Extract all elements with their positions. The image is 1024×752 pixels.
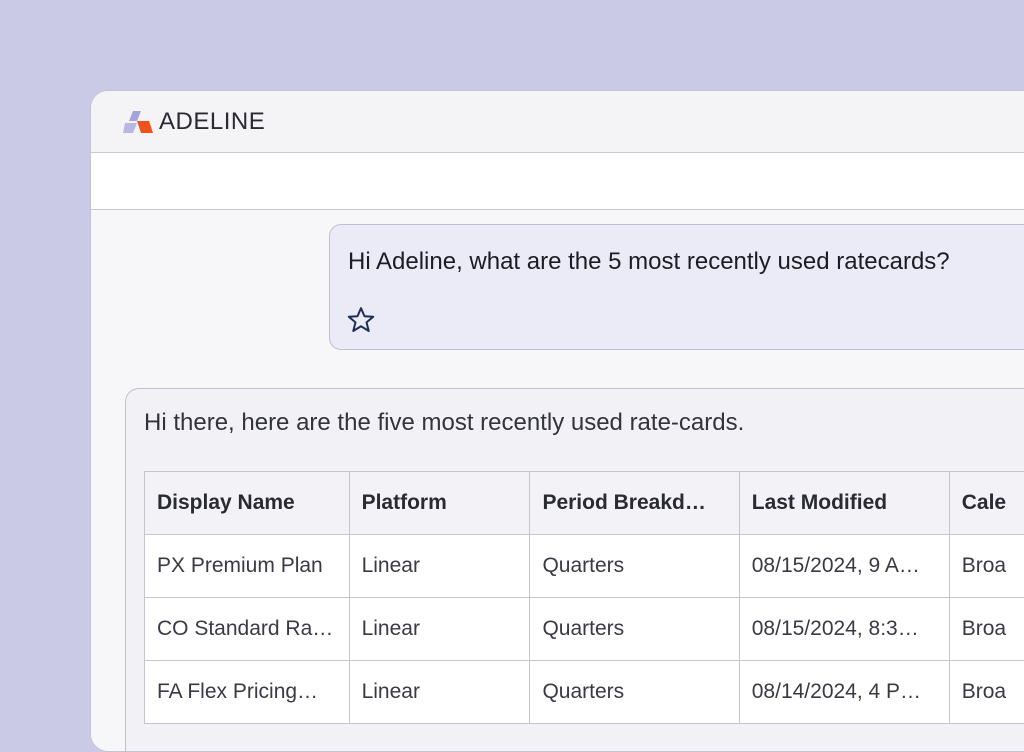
table-row[interactable]: CO Standard Ra… Linear Quarters 08/15/20… (145, 598, 1024, 661)
cell-display-name: FA Flex Pricing… (145, 661, 350, 724)
star-icon[interactable] (346, 305, 376, 335)
ratecards-table: Display Name Platform Period Breakd… Las… (144, 471, 1024, 724)
user-message-bubble: Hi Adeline, what are the 5 most recently… (329, 224, 1024, 350)
cell-last-modified: 08/15/2024, 8:3… (739, 598, 949, 661)
column-header-last-modified[interactable]: Last Modified (739, 472, 949, 535)
app-window: ADELINE Hi Adeline, what are the 5 most … (90, 90, 1024, 752)
cell-platform: Linear (349, 661, 530, 724)
assistant-message-bubble: Hi there, here are the five most recentl… (125, 388, 1024, 752)
table-header-row: Display Name Platform Period Breakd… Las… (145, 472, 1024, 535)
assistant-message-text: Hi there, here are the five most recentl… (144, 409, 744, 437)
cell-last-modified: 08/15/2024, 9 A… (739, 535, 949, 598)
cell-calendar: Broa (949, 661, 1024, 724)
cell-calendar: Broa (949, 535, 1024, 598)
cell-period-breakdown: Quarters (530, 535, 739, 598)
toolbar (91, 153, 1024, 210)
cell-calendar: Broa (949, 598, 1024, 661)
table-row[interactable]: FA Flex Pricing… Linear Quarters 08/14/2… (145, 661, 1024, 724)
column-header-period-breakdown[interactable]: Period Breakd… (530, 472, 739, 535)
table-row[interactable]: PX Premium Plan Linear Quarters 08/15/20… (145, 535, 1024, 598)
column-header-calendar[interactable]: Cale (949, 472, 1024, 535)
user-message-text: Hi Adeline, what are the 5 most recently… (348, 245, 1024, 279)
cell-platform: Linear (349, 535, 530, 598)
cell-last-modified: 08/14/2024, 4 P… (739, 661, 949, 724)
column-header-platform[interactable]: Platform (349, 472, 530, 535)
cell-display-name: PX Premium Plan (145, 535, 350, 598)
app-header: ADELINE (91, 91, 1024, 153)
app-name: ADELINE (159, 108, 265, 136)
column-header-display-name[interactable]: Display Name (145, 472, 350, 535)
cell-platform: Linear (349, 598, 530, 661)
cell-display-name: CO Standard Ra… (145, 598, 350, 661)
adeline-logo-icon (123, 109, 153, 135)
cell-period-breakdown: Quarters (530, 661, 739, 724)
cell-period-breakdown: Quarters (530, 598, 739, 661)
